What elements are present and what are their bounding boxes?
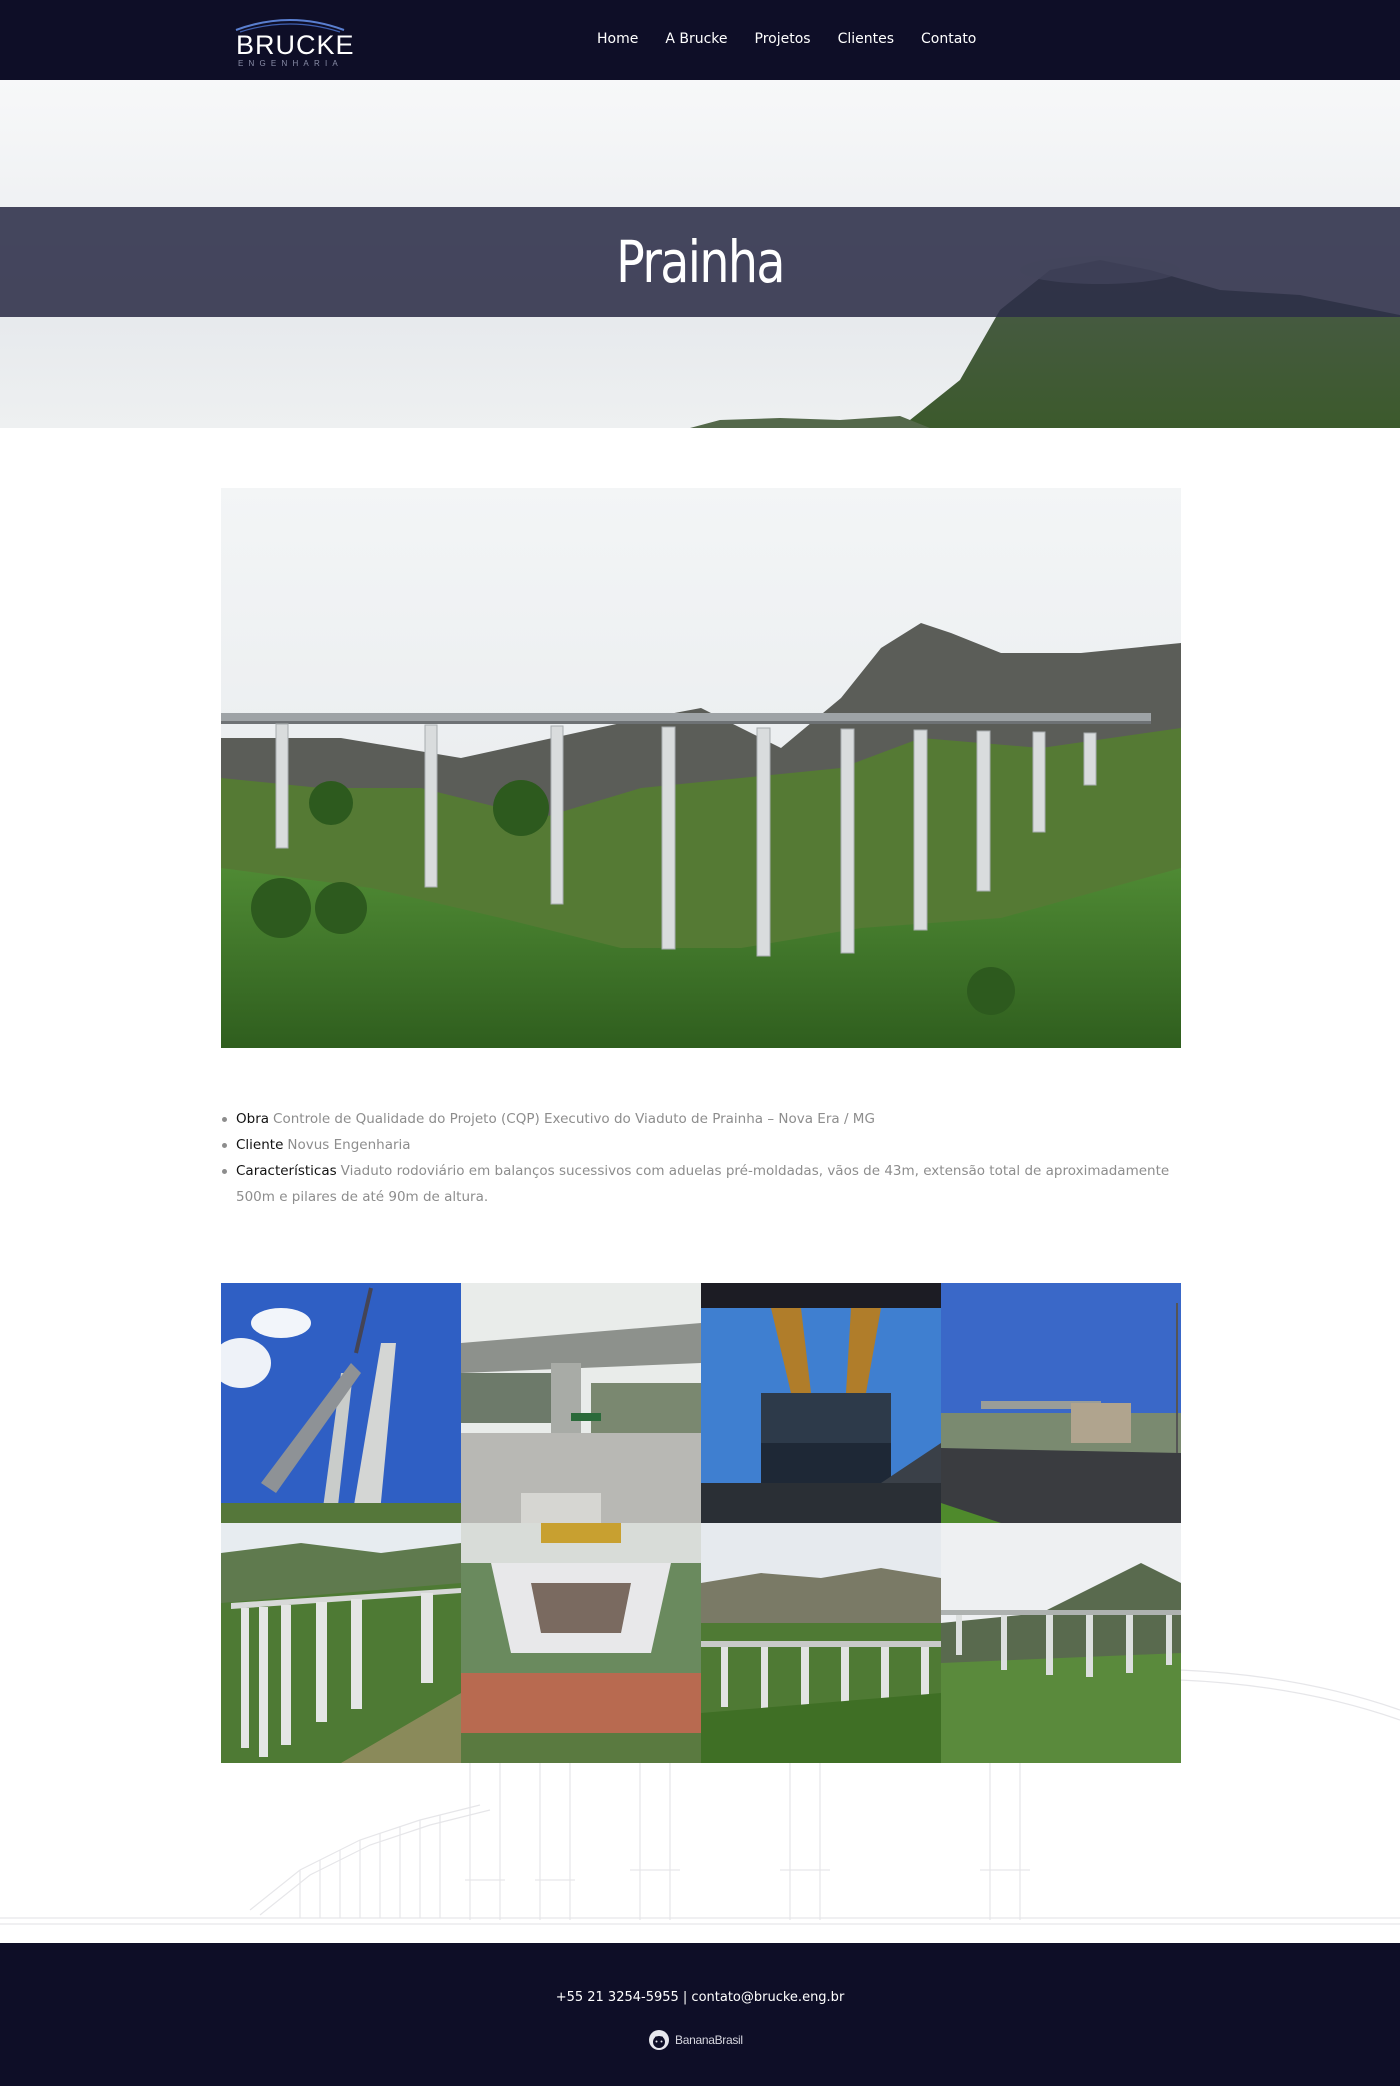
footer-credit-text: BananaBrasil (675, 2033, 743, 2047)
detail-label: Características (236, 1163, 337, 1179)
list-item: Cliente Novus Engenharia (222, 1132, 1196, 1158)
site-header: BRUCKE ENGENHARIA Home A Brucke Projetos… (0, 0, 1400, 80)
detail-label: Cliente (236, 1137, 284, 1153)
launching-gantry-photo-image (701, 1283, 941, 1523)
photo-gallery (221, 1283, 1181, 1763)
viaduct-mountain-photo-image (941, 1523, 1181, 1763)
gallery-item-overpass-highway[interactable] (461, 1283, 701, 1523)
nav-home[interactable]: Home (597, 28, 638, 50)
footer-contact[interactable]: +55 21 3254-5955 | contato@brucke.eng.br (0, 1987, 1400, 2009)
nav-a-brucke[interactable]: A Brucke (665, 28, 727, 50)
detail-label: Obra (236, 1111, 270, 1127)
road-overpass-photo-image (941, 1283, 1181, 1523)
gallery-item-launching-gantry[interactable] (701, 1283, 941, 1523)
project-details-list: Obra Controle de Qualidade do Projeto (CQ… (221, 1106, 1196, 1210)
brucke-logo[interactable]: BRUCKE ENGENHARIA (234, 14, 354, 70)
hero-banner: Prainha (0, 80, 1400, 428)
segment-lift-photo-image (461, 1523, 701, 1763)
gallery-item-road-overpass[interactable] (941, 1283, 1181, 1523)
footer-credit[interactable]: BananaBrasil (648, 2025, 743, 2055)
list-item: Obra Controle de Qualidade do Projeto (CQ… (222, 1106, 1196, 1132)
detail-value: Novus Engenharia (287, 1137, 411, 1153)
monkey-icon (649, 2030, 669, 2050)
gallery-item-viaduct-hillside[interactable] (221, 1523, 461, 1763)
detail-value: Viaduto rodoviário em balanços sucessivo… (236, 1163, 1170, 1205)
logo-text: BRUCKE (236, 30, 355, 60)
main-project-photo (221, 488, 1181, 1048)
overpass-highway-photo-image (461, 1283, 701, 1523)
viaduct-photo-image (221, 488, 1181, 1048)
gallery-item-viaduct-mountain[interactable] (941, 1523, 1181, 1763)
main-nav: Home A Brucke Projetos Clientes Contato (597, 28, 1003, 50)
site-footer: +55 21 3254-5955 | contato@brucke.eng.br… (0, 1943, 1400, 2086)
logo-subtext: ENGENHARIA (238, 59, 343, 68)
detail-value: Controle de Qualidade do Projeto (CQP) E… (273, 1111, 875, 1127)
nav-projetos[interactable]: Projetos (755, 28, 811, 50)
viaduct-valley-photo-image (701, 1523, 941, 1763)
nav-clientes[interactable]: Clientes (838, 28, 894, 50)
pier-crane-photo-image (221, 1283, 461, 1523)
gallery-item-viaduct-valley[interactable] (701, 1523, 941, 1763)
list-item: Características Viaduto rodoviário em bal… (222, 1158, 1196, 1210)
viaduct-hillside-photo-image (221, 1523, 461, 1763)
nav-contato[interactable]: Contato (921, 28, 976, 50)
gallery-item-pier-crane[interactable] (221, 1283, 461, 1523)
page-title: Prainha (616, 228, 785, 296)
gallery-item-segment-lift[interactable] (461, 1523, 701, 1763)
